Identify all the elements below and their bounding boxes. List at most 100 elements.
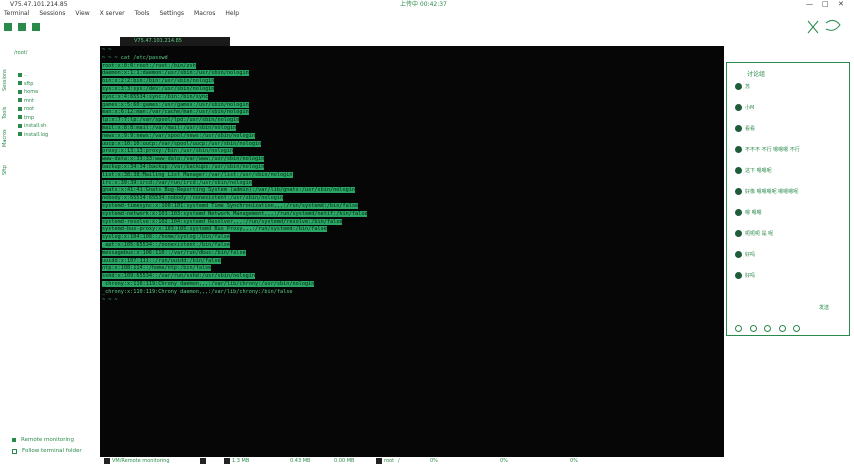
tree-item[interactable]: install.sh — [18, 122, 48, 131]
status-cpu: 0% — [430, 458, 438, 464]
tree-item[interactable]: .. — [18, 71, 48, 80]
passwd-line: systemd-resolve:x:102:104:systemd Resolv… — [102, 218, 343, 225]
maximize-icon[interactable]: □ — [822, 0, 829, 9]
tree-item[interactable]: tmp — [18, 114, 48, 123]
checkbox-icon — [12, 448, 17, 454]
avatar — [735, 125, 742, 132]
passwd-line: _chrony:x:110:119:Chrony daemon,,,:/var/… — [102, 281, 315, 287]
passwd-line: gnats:x:41:41:Gnats Bug-Reporting System… — [102, 187, 355, 194]
file-icon[interactable] — [764, 325, 772, 332]
tree-item[interactable]: root — [18, 105, 48, 114]
chat-message: 不不不 不行 嗯嗯嗯 不行 — [735, 146, 800, 153]
folder-icon — [18, 81, 22, 85]
passwd-line: backup:x:34:34:backup:/var/backups:/usr/… — [102, 164, 265, 170]
more-icon[interactable] — [793, 325, 801, 332]
chat-message: 呃呃呃 是 呢 — [735, 230, 773, 237]
avatar — [735, 83, 742, 90]
avatar — [735, 104, 742, 111]
file-icon — [18, 123, 22, 128]
session-clock: 上传中 00:42:37 — [400, 1, 447, 8]
status-disk: 0% — [500, 458, 508, 464]
status-up: 0.43 MB — [290, 458, 311, 464]
image-icon[interactable] — [749, 325, 757, 332]
send-button[interactable]: 发送 — [819, 304, 829, 311]
passwd-line: lp:x:7:7:lp:/var/spool/lpd:/usr/sbin/nol… — [102, 117, 240, 124]
passwd-line: uucp:x:10:10:uucp:/var/spool/uucp:/usr/s… — [102, 140, 262, 147]
tool-icon — [18, 23, 26, 31]
passwd-line: list:x:38:38:Mailing List Manager:/var/l… — [102, 171, 293, 178]
chat-message: 好吗 — [735, 251, 755, 258]
passwd-line: uuidd:x:107:111::/run/uuidd:/bin/false — [102, 257, 221, 264]
status-user: root — [376, 457, 394, 466]
folder-icon — [18, 72, 22, 77]
file-icon — [18, 132, 22, 136]
status-session: VM/Remote monitoring — [104, 457, 170, 466]
sidebar-tab-sftp[interactable]: Sftp — [2, 151, 8, 175]
sidebar-tab-macros[interactable]: Macros — [2, 123, 8, 147]
emoji-icon[interactable] — [735, 325, 742, 332]
screenshot-icon[interactable] — [778, 325, 786, 332]
terminal[interactable]: ~ ~ ~ ~ ~ cat /etc/passwd root:x:0:0:root:… — [100, 46, 724, 457]
passwd-line: systemd-network:x:101:103:systemd Networ… — [102, 210, 368, 217]
passwd-line: daemon:x:1:1:daemon:/usr/sbin:/usr/sbin/… — [102, 70, 249, 77]
sidebar-tab-sessions[interactable]: Sessions — [2, 67, 8, 91]
passwd-line: root:x:0:0:root:/root:/bin/zsh — [102, 62, 196, 69]
avatar — [735, 230, 742, 237]
folder-icon — [18, 106, 22, 111]
mobaxterm-logo — [807, 19, 841, 34]
prompt-line: ~ ~ ~ — [102, 296, 118, 303]
sftp-path[interactable]: /root/ — [14, 50, 27, 56]
avatar — [735, 188, 742, 195]
menu-terminal[interactable]: Terminal — [0, 9, 35, 19]
chat-message: 嗯 嗯嗯 — [735, 209, 762, 216]
tool-icon — [32, 23, 40, 31]
passwd-line: games:x:5:60:games:/usr/games:/usr/sbin/… — [102, 101, 249, 108]
avatar — [735, 146, 742, 153]
toolbar — [4, 19, 841, 34]
passwd-line: _chrony:x:110:119:Chrony daemon,,,:/var/… — [102, 288, 293, 295]
passwd-line: sys:x:3:3:sys:/dev:/usr/sbin/nologin — [102, 86, 215, 92]
passwd-line: mail:x:8:8:mail:/var/mail:/usr/sbin/nolo… — [102, 125, 237, 131]
folder-icon — [18, 89, 22, 94]
tree-item[interactable]: mnt — [18, 97, 48, 106]
passwd-line: man:x:6:12:man:/var/cache/man:/usr/sbin/… — [102, 109, 249, 116]
passwd-line: systemd-timesync:x:100:101:systemd Time … — [102, 203, 359, 209]
menu-settings[interactable]: Settings — [155, 9, 190, 19]
status-dir: / — [398, 458, 400, 464]
minimize-icon[interactable]: — — [806, 0, 813, 9]
menu-tools[interactable]: Tools — [131, 9, 156, 19]
menu-view[interactable]: View — [71, 9, 95, 19]
chat-toolbar — [735, 325, 806, 332]
status-net: 0% — [570, 458, 578, 464]
sidebar: Sessions Tools Macros Sftp /root/ .. sft… — [0, 37, 100, 457]
passwd-line: sshd:x:109:65534::/var/run/sshd:/usr/sbi… — [102, 273, 256, 280]
passwd-line: news:x:9:9:news:/var/spool/news:/usr/sbi… — [102, 132, 256, 139]
chat-message: 好像 嗯嗯嗯呢 嗯嗯嗯呢 — [735, 188, 798, 195]
tree-item[interactable]: install.log — [18, 131, 48, 140]
window-title: V75.47.101.214.85 — [10, 1, 68, 8]
passwd-line: irc:x:39:39:ircd:/var/run/ircd:/usr/sbin… — [102, 179, 252, 186]
follow-folder-checkbox[interactable]: Follow terminal folder — [12, 448, 82, 454]
sidebar-tab-tools[interactable]: Tools — [2, 95, 8, 119]
avatar — [735, 167, 742, 174]
session-tab[interactable]: V75.47.101.214.85 — [120, 37, 230, 46]
tree-item[interactable]: sftp — [18, 80, 48, 89]
chat-header: 讨论组 — [747, 71, 766, 78]
menu-sessions[interactable]: Sessions — [35, 9, 71, 19]
status-bar: VM/Remote monitoring 1.3 MB 0.43 MB 0.00… — [100, 457, 854, 466]
passwd-line: www-data:x:33:33:www-data:/var/www:/usr/… — [102, 156, 265, 163]
remote-monitoring-button[interactable]: Remote monitoring — [12, 437, 74, 443]
avatar — [735, 251, 742, 258]
passwd-line: _apt:x:105:65534::/nonexistent:/bin/fals… — [102, 242, 231, 248]
menu-macros[interactable]: Macros — [190, 9, 221, 19]
passwd-line: messagebus:x:106:110::/var/run/dbus:/bin… — [102, 249, 246, 256]
passwd-line: ntp:x:108:114::/home/ntp:/bin/false — [102, 265, 212, 272]
tree-item[interactable]: home — [18, 88, 48, 97]
menu-xserver[interactable]: X server — [96, 9, 131, 19]
tab-bar: V75.47.101.214.85 — [100, 37, 854, 46]
status-mem: 1.3 MB — [224, 457, 249, 466]
menu-help[interactable]: Help — [221, 9, 245, 19]
close-icon[interactable]: ✕ — [838, 0, 844, 9]
passwd-line: proxy:x:13:13:proxy:/bin:/usr/sbin/nolog… — [102, 148, 234, 155]
passwd-line: nobody:x:65534:65534:nobody:/nonexistent… — [102, 195, 284, 202]
